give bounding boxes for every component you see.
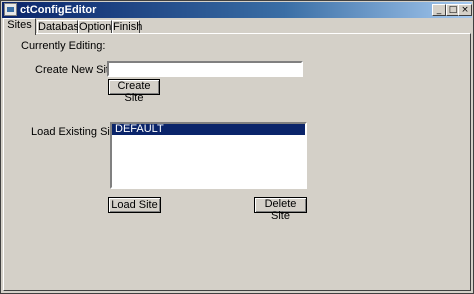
close-button[interactable]: ×: [458, 4, 472, 16]
load-site-button[interactable]: Load Site: [108, 197, 161, 213]
window-title: ctConfigEditor: [20, 4, 97, 16]
list-item[interactable]: DEFAULT: [112, 124, 305, 135]
currently-editing-label: Currently Editing:: [21, 40, 106, 52]
delete-site-button[interactable]: Delete Site: [254, 197, 307, 222]
minimize-button[interactable]: _: [432, 4, 446, 16]
app-window: ctConfigEditor _ □ × Sites Database Opti…: [0, 0, 474, 294]
tab-finish[interactable]: Finish: [112, 20, 142, 34]
title-bar[interactable]: ctConfigEditor _ □ ×: [2, 2, 472, 18]
app-icon: [4, 3, 17, 16]
tab-database[interactable]: Database: [37, 20, 85, 34]
tab-options[interactable]: Options: [78, 20, 117, 34]
site-list[interactable]: DEFAULT: [110, 122, 307, 189]
create-site-id-input[interactable]: [107, 61, 303, 77]
tab-sites[interactable]: Sites: [3, 18, 36, 35]
create-site-button[interactable]: Create Site: [108, 79, 160, 104]
sites-panel: Currently Editing: Create New Site ID Cr…: [3, 33, 471, 291]
